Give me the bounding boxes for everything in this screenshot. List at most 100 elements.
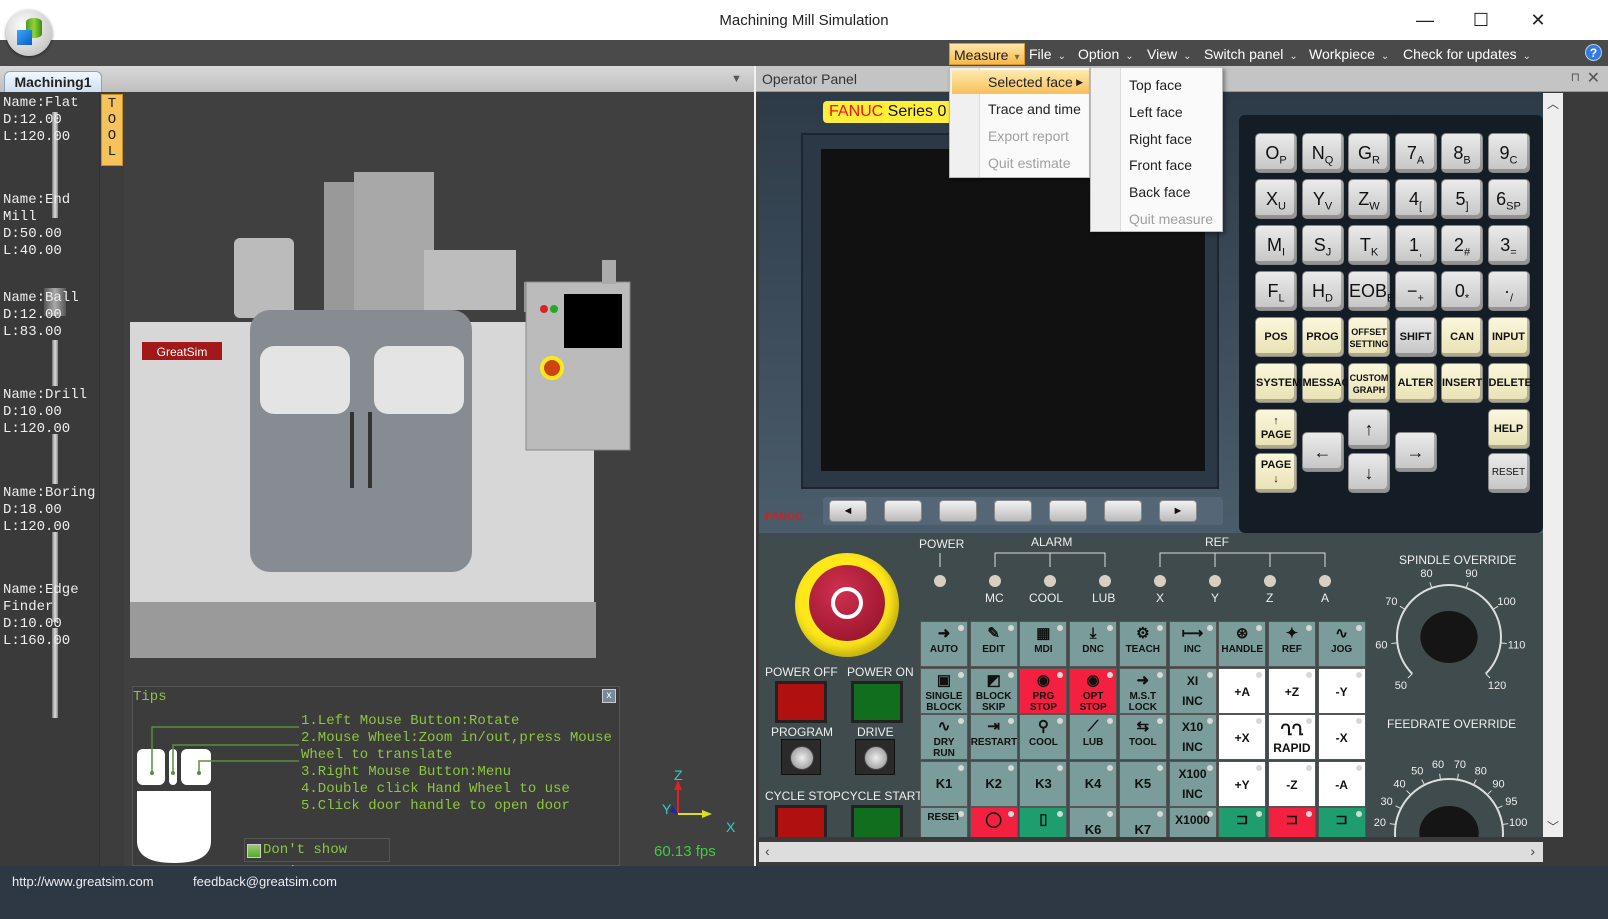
keypad-key[interactable]: ·/ xyxy=(1487,271,1530,311)
feedrate-override-knob[interactable] xyxy=(1419,806,1479,837)
keypad-key[interactable]: GR xyxy=(1348,133,1390,173)
menu-bar: Measure ▾ File ⌄ Option ⌄ View ⌄ Switch pane… xyxy=(0,40,1608,66)
axis-gizmo: Z Y X xyxy=(662,768,736,835)
minimize-button[interactable]: — xyxy=(1410,8,1440,32)
menu-item-trace-and-time[interactable]: Trace and time xyxy=(952,97,1089,121)
softkey-button[interactable]: ◄ xyxy=(829,500,867,522)
menu-item-quit-estimate[interactable]: Quit estimate xyxy=(952,151,1089,175)
cursor-left-key[interactable]: ← xyxy=(1301,432,1344,472)
softkey-button[interactable]: ► xyxy=(1159,500,1197,522)
tab-machining1[interactable]: Machining1 xyxy=(4,71,102,92)
cursor-right-key[interactable]: → xyxy=(1394,432,1437,472)
keypad-key[interactable]: XU xyxy=(1255,179,1297,219)
door-handle xyxy=(350,412,354,488)
app-logo-icon[interactable] xyxy=(6,10,52,56)
menu-item-back-face[interactable]: Back face xyxy=(1093,179,1222,205)
keypad-key[interactable]: ZW xyxy=(1348,179,1390,219)
function-key-shift[interactable]: SHIFT xyxy=(1394,317,1437,357)
softkey-button[interactable] xyxy=(1049,500,1087,522)
menu-measure[interactable]: Measure ▾ xyxy=(949,43,1025,65)
tool-item[interactable]: Name:Ball D:12.00 L:83.00 xyxy=(3,290,79,341)
keypad-key[interactable]: SJ xyxy=(1301,225,1344,265)
tool-item[interactable]: Name:End Mill D:50.00 L:40.00 xyxy=(3,192,70,260)
function-key-delete[interactable]: DELETE xyxy=(1487,363,1532,403)
tips-close-button[interactable]: x xyxy=(602,689,616,703)
keypad-key[interactable]: 4[ xyxy=(1394,179,1437,219)
reset-key[interactable]: RESET xyxy=(1487,453,1530,493)
keypad-key[interactable]: HD xyxy=(1301,271,1344,311)
function-key-prog[interactable]: PROG xyxy=(1301,317,1344,357)
keypad-key[interactable]: NQ xyxy=(1301,133,1344,173)
function-key-can[interactable]: CAN xyxy=(1441,317,1483,357)
menu-view[interactable]: View ⌄ xyxy=(1143,43,1195,65)
function-key-insert[interactable]: INSERT xyxy=(1441,363,1483,403)
softkey-button[interactable] xyxy=(994,500,1032,522)
function-key-offset-setting[interactable]: OFFSET SETTING xyxy=(1348,317,1390,357)
menu-check-for-updates[interactable]: Check for updates ⌄ xyxy=(1399,43,1535,65)
function-key-custom-graph[interactable]: CUSTOM GRAPH xyxy=(1348,363,1390,403)
close-button[interactable]: ✕ xyxy=(1523,8,1553,32)
keypad-key[interactable]: 3= xyxy=(1487,225,1530,265)
menu-file[interactable]: File ⌄ xyxy=(1025,43,1070,65)
cursor-up-key[interactable]: ↑ xyxy=(1348,409,1390,449)
menu-item-right-face[interactable]: Right face xyxy=(1093,126,1222,152)
keypad-key[interactable]: 6SP xyxy=(1487,179,1530,219)
horizontal-scrollbar[interactable]: ‹ › xyxy=(759,842,1543,862)
softkey-button[interactable] xyxy=(939,500,977,522)
menu-item-top-face[interactable]: Top face xyxy=(1093,72,1222,98)
keypad-key[interactable]: YV xyxy=(1301,179,1344,219)
keypad-key[interactable]: −+ xyxy=(1394,271,1437,311)
menu-workpiece[interactable]: Workpiece ⌄ xyxy=(1305,43,1393,65)
keypad-key[interactable]: FL xyxy=(1255,271,1297,311)
feedback-email-link[interactable]: feedback@greatsim.com xyxy=(193,874,337,889)
tool-item[interactable]: Name:Boring D:18.00 L:120.00 xyxy=(3,485,95,536)
softkey-button[interactable] xyxy=(884,500,922,522)
menu-option[interactable]: Option ⌄ xyxy=(1074,43,1138,65)
page-down-key[interactable]: PAGE ↓ xyxy=(1255,453,1297,493)
keypad-key[interactable]: TK xyxy=(1348,225,1390,265)
scroll-right-icon[interactable]: › xyxy=(1530,843,1535,859)
website-link[interactable]: http://www.greatsim.com xyxy=(12,874,154,889)
scroll-up-icon[interactable]: ︿ xyxy=(1547,95,1559,112)
pin-icon[interactable]: ⊓ xyxy=(1571,70,1580,84)
menu-item-front-face[interactable]: Front face xyxy=(1093,152,1222,178)
page-up-key[interactable]: ↑ PAGE xyxy=(1255,409,1297,449)
keypad-key[interactable]: MI xyxy=(1255,225,1297,265)
keypad-key[interactable]: 7A xyxy=(1394,133,1437,173)
keypad-key[interactable]: 1, xyxy=(1394,225,1437,265)
function-key-message[interactable]: MESSAGE xyxy=(1301,363,1358,403)
keypad-key[interactable]: 8B xyxy=(1441,133,1483,173)
menu-item-export-report[interactable]: Export report xyxy=(952,124,1089,148)
help-key[interactable]: HELP xyxy=(1487,409,1530,449)
function-key-system[interactable]: SYSTEM xyxy=(1255,363,1301,403)
softkey-button[interactable] xyxy=(1104,500,1142,522)
checkbox-icon[interactable] xyxy=(247,844,261,858)
scroll-left-icon[interactable]: ‹ xyxy=(765,843,770,859)
cursor-down-key[interactable]: ↓ xyxy=(1348,452,1390,493)
vertical-scrollbar[interactable]: ︿ ﹀ xyxy=(1543,93,1563,837)
maximize-button[interactable]: ☐ xyxy=(1466,8,1496,32)
help-icon[interactable]: ? xyxy=(1585,44,1602,61)
title-bar: Machining Mill Simulation — ☐ ✕ xyxy=(0,0,1608,40)
tool-item[interactable]: Name:Drill D:10.00 L:120.00 xyxy=(3,387,87,438)
function-key-alter[interactable]: ALTER xyxy=(1394,363,1437,403)
scroll-down-icon[interactable]: ﹀ xyxy=(1547,818,1559,835)
menu-item-selected-face[interactable]: Selected face ▶ xyxy=(952,70,1089,94)
keypad-key[interactable]: 2# xyxy=(1441,225,1483,265)
tab-dropdown-icon[interactable]: ▼ xyxy=(731,73,742,85)
tool-item[interactable]: Name:Edge Finder D:10.00 L:160.00 xyxy=(3,582,79,650)
tool-item[interactable]: Name:Flat D:12.00 L:120.00 xyxy=(3,95,79,146)
keypad-key[interactable]: EOBE xyxy=(1348,271,1394,311)
keypad-key[interactable]: 0* xyxy=(1441,271,1483,311)
function-key-input[interactable]: INPUT xyxy=(1487,317,1530,357)
menu-item-quit-measure[interactable]: Quit measure xyxy=(1093,206,1222,232)
keypad-key[interactable]: 9C xyxy=(1487,133,1530,173)
tool-tab[interactable]: T O O L xyxy=(101,94,123,166)
dont-show-again-checkbox[interactable]: Don't show again. xyxy=(244,838,390,880)
keypad-key[interactable]: OP xyxy=(1255,133,1297,173)
close-panel-icon[interactable]: ✕ xyxy=(1587,68,1600,88)
function-key-pos[interactable]: POS xyxy=(1255,317,1297,357)
menu-switch-panel[interactable]: Switch panel ⌄ xyxy=(1200,43,1302,65)
menu-item-left-face[interactable]: Left face xyxy=(1093,99,1222,125)
keypad-key[interactable]: 5] xyxy=(1441,179,1483,219)
